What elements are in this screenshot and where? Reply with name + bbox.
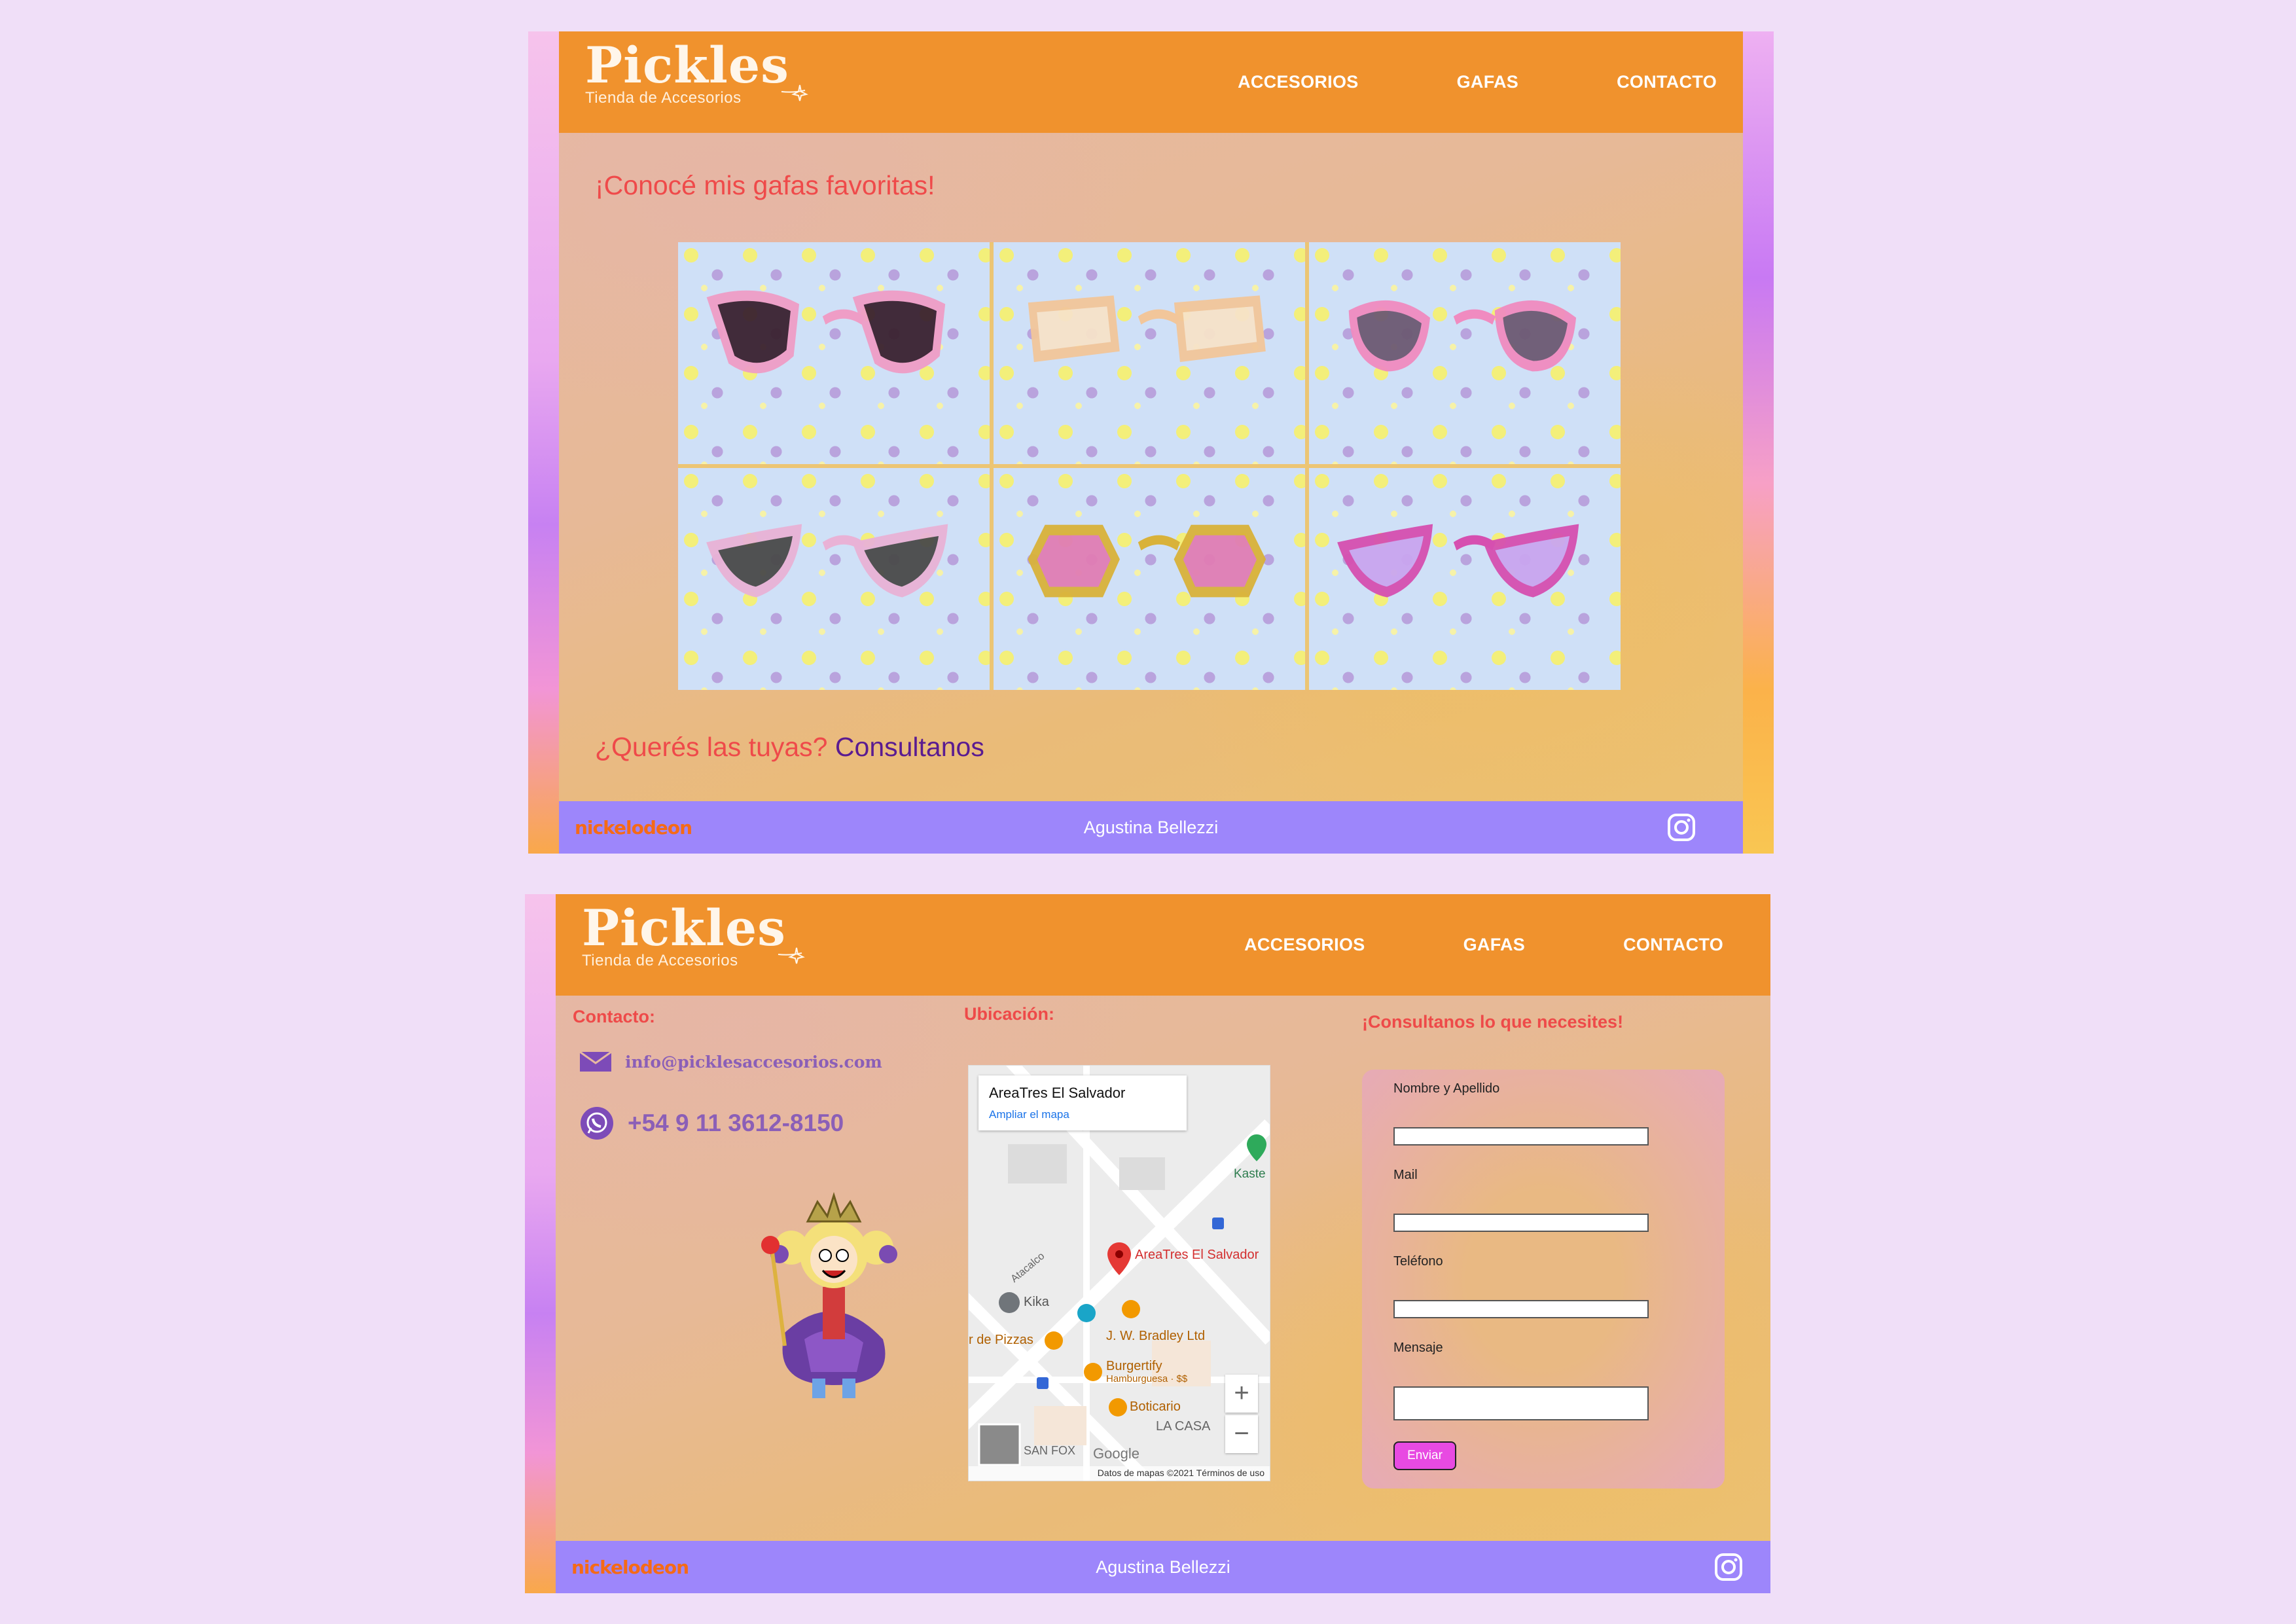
mail-label: Mail [1393,1168,1418,1182]
map-label-kaste: Kaste [1234,1167,1266,1181]
angelica-character-illustration [761,1191,897,1398]
map-label-areatres: AreaTres El Salvador [1135,1248,1259,1262]
map-place-card: AreaTres El Salvador Ampliar el mapa [978,1075,1187,1130]
email-link[interactable]: info@picklesaccesorios.com [625,1053,882,1072]
email-row: info@picklesaccesorios.com [579,1051,882,1072]
glasses-photo[interactable] [1309,468,1621,690]
site-header: Pickles Tienda de Accesorios ACCESORIOS … [559,31,1743,133]
logo-wordmark: Pickles [582,899,786,957]
map-label-kika: Kika [1024,1295,1049,1309]
map-label-burgertify-sub: Hamburguesa · $$ [1106,1373,1188,1384]
glasses-photo[interactable] [678,242,990,464]
site-footer: nickelodeon Agustina Bellezzi [556,1541,1770,1593]
sunglasses-illustration [1028,524,1266,598]
footer-credit: Agustina Bellezzi [1096,1557,1230,1577]
nav-accesorios[interactable]: ACCESORIOS [1238,72,1359,92]
glasses-photo[interactable] [1309,242,1621,464]
glasses-photo[interactable] [994,242,1305,464]
envelope-icon [579,1051,612,1072]
google-logo: Google [1093,1445,1139,1462]
glasses-photo[interactable] [994,468,1305,690]
sunglasses-illustration [1348,300,1577,372]
site-logo[interactable]: Pickles Tienda de Accesorios [585,36,808,107]
contact-form: Nombre y Apellido Mail Teléfono Mensaje … [1362,1070,1725,1489]
phone-link[interactable]: +54 9 11 3612-8150 [628,1110,844,1137]
message-input[interactable] [1393,1386,1649,1420]
gallery-page: Pickles Tienda de Accesorios ACCESORIOS … [528,31,1774,854]
zoom-in-button[interactable]: + [1225,1375,1258,1413]
map-place-name: AreaTres El Salvador [989,1085,1126,1101]
instagram-icon[interactable] [1714,1553,1743,1581]
phone-row: +54 9 11 3612-8150 [579,1106,844,1141]
sunglasses-illustration [1028,295,1266,363]
left-decor [525,894,556,1593]
sparkle-icon [781,84,808,101]
glasses-gallery [678,242,1621,690]
cta-link[interactable]: Consultanos [835,732,984,762]
main-nav: ACCESORIOS GAFAS CONTACTO [1238,31,1717,133]
whatsapp-icon [581,1107,613,1140]
submit-button[interactable]: Enviar [1393,1441,1456,1470]
gallery-heading: ¡Conocé mis gafas favoritas! [595,170,935,200]
nav-accesorios[interactable]: ACCESORIOS [1244,935,1365,955]
map-attribution: Datos de mapas ©2021 Términos de uso [969,1466,1270,1481]
footer-credit: Agustina Bellezzi [1083,818,1219,837]
map-attribution-text: Datos de mapas ©2021 Términos de uso [1097,1468,1265,1478]
phone-label: Teléfono [1393,1254,1443,1269]
page-body: Pickles Tienda de Accesorios ACCESORIOS … [556,894,1770,1593]
name-input[interactable] [1393,1127,1649,1146]
form-title: ¡Consultanos lo que necesites! [1362,1012,1624,1032]
phone-input[interactable] [1393,1300,1649,1318]
contact-title: Contacto: [573,1007,655,1026]
message-label: Mensaje [1393,1341,1443,1355]
zoom-out-button[interactable]: − [1225,1415,1258,1453]
name-label: Nombre y Apellido [1393,1081,1500,1096]
cta-question: ¿Querés las tuyas? [595,732,828,762]
google-map[interactable]: AreaTres El Salvador Ampliar el mapa Kas… [968,1065,1270,1481]
glasses-photo[interactable] [678,468,990,690]
instagram-icon[interactable] [1667,813,1696,842]
site-footer: nickelodeon Agustina Bellezzi [559,801,1743,854]
map-label-lacasa: LA CASA [1156,1419,1211,1434]
logo-wordmark: Pickles [585,36,789,94]
right-decor [1743,31,1774,854]
nav-contacto[interactable]: CONTACTO [1623,935,1723,955]
sunglasses-illustration [706,524,948,598]
site-header: Pickles Tienda de Accesorios ACCESORIOS … [556,894,1770,996]
gallery-cta: ¿Querés las tuyas? Consultanos [595,732,984,763]
mail-input[interactable] [1393,1214,1649,1232]
left-decor [528,31,559,854]
page-body: Pickles Tienda de Accesorios ACCESORIOS … [559,31,1743,854]
map-label-burgertify: Burgertify [1106,1359,1162,1373]
nav-gafas[interactable]: GAFAS [1463,935,1526,955]
sunglasses-illustration [706,290,946,374]
nav-contacto[interactable]: CONTACTO [1617,72,1717,92]
sunglasses-illustration [1337,524,1579,598]
map-label-boticario: Boticario [1130,1399,1181,1414]
contact-page: Pickles Tienda de Accesorios ACCESORIOS … [525,894,1770,1593]
sparkle-icon [778,947,805,964]
main-nav: ACCESORIOS GAFAS CONTACTO [1244,894,1723,996]
map-label-pizzas: r de Pizzas [969,1333,1033,1347]
location-title: Ubicación: [964,1004,1055,1024]
map-label-sanfox: SAN FOX [1024,1444,1076,1457]
site-logo[interactable]: Pickles Tienda de Accesorios [582,899,805,970]
nav-gafas[interactable]: GAFAS [1457,72,1519,92]
map-label-bradley: J. W. Bradley Ltd [1106,1329,1206,1343]
enlarge-map-link[interactable]: Ampliar el mapa [989,1108,1069,1121]
